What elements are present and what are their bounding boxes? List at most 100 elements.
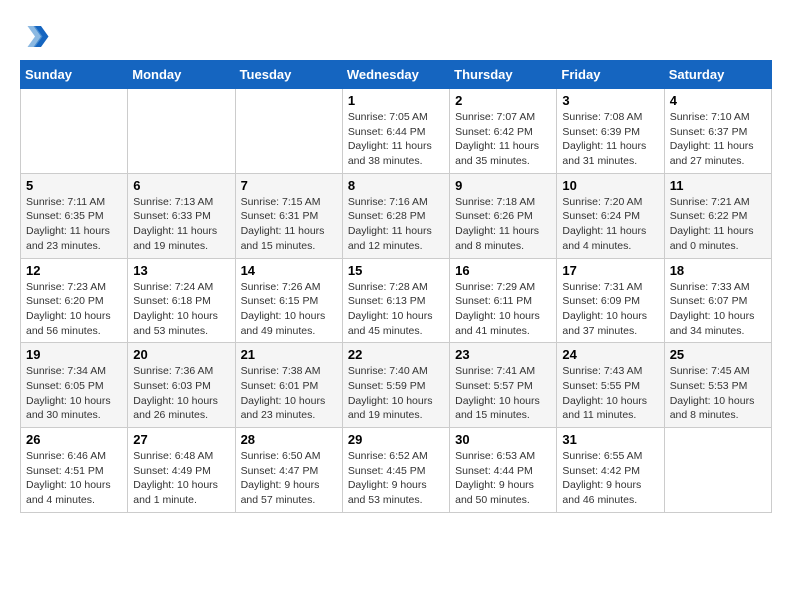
header-cell-wednesday: Wednesday <box>342 61 449 89</box>
day-detail: Sunrise: 7:34 AM Sunset: 6:05 PM Dayligh… <box>26 364 122 423</box>
calendar-cell: 31 Sunrise: 6:55 AM Sunset: 4:42 PM Dayli… <box>557 428 664 513</box>
calendar-cell <box>235 89 342 174</box>
calendar-cell: 24 Sunrise: 7:43 AM Sunset: 5:55 PM Dayli… <box>557 343 664 428</box>
day-detail: Sunrise: 6:55 AM Sunset: 4:42 PM Dayligh… <box>562 449 658 508</box>
day-number: 13 <box>133 263 229 278</box>
day-detail: Sunrise: 7:36 AM Sunset: 6:03 PM Dayligh… <box>133 364 229 423</box>
day-number: 12 <box>26 263 122 278</box>
day-number: 20 <box>133 347 229 362</box>
day-detail: Sunrise: 7:33 AM Sunset: 6:07 PM Dayligh… <box>670 280 766 339</box>
day-detail: Sunrise: 7:28 AM Sunset: 6:13 PM Dayligh… <box>348 280 444 339</box>
logo-icon <box>20 20 50 50</box>
day-number: 11 <box>670 178 766 193</box>
day-detail: Sunrise: 7:31 AM Sunset: 6:09 PM Dayligh… <box>562 280 658 339</box>
calendar-cell: 7Sunrise: 7:15 AM Sunset: 6:31 PM Daylig… <box>235 173 342 258</box>
day-detail: Sunrise: 6:50 AM Sunset: 4:47 PM Dayligh… <box>241 449 337 508</box>
calendar-cell: 14Sunrise: 7:26 AM Sunset: 6:15 PM Dayli… <box>235 258 342 343</box>
day-number: 31 <box>562 432 658 447</box>
day-detail: Sunrise: 7:45 AM Sunset: 5:53 PM Dayligh… <box>670 364 766 423</box>
calendar-cell: 16 Sunrise: 7:29 AM Sunset: 6:11 PM Dayli… <box>450 258 557 343</box>
calendar-cell: 20 Sunrise: 7:36 AM Sunset: 6:03 PM Dayli… <box>128 343 235 428</box>
calendar-cell: 10 Sunrise: 7:20 AM Sunset: 6:24 PM Dayli… <box>557 173 664 258</box>
calendar-cell <box>21 89 128 174</box>
calendar-week-row: 19 Sunrise: 7:34 AM Sunset: 6:05 PM Dayli… <box>21 343 772 428</box>
day-number: 16 <box>455 263 551 278</box>
day-number: 23 <box>455 347 551 362</box>
logo <box>20 20 54 50</box>
calendar-week-row: 1 Sunrise: 7:05 AM Sunset: 6:44 PM Daylig… <box>21 89 772 174</box>
calendar-cell: 19 Sunrise: 7:34 AM Sunset: 6:05 PM Dayli… <box>21 343 128 428</box>
calendar-cell: 13 Sunrise: 7:24 AM Sunset: 6:18 PM Dayli… <box>128 258 235 343</box>
day-number: 10 <box>562 178 658 193</box>
day-detail: Sunrise: 7:10 AM Sunset: 6:37 PM Dayligh… <box>670 110 766 169</box>
day-number: 4 <box>670 93 766 108</box>
day-number: 14 <box>241 263 337 278</box>
day-number: 3 <box>562 93 658 108</box>
calendar-cell: 6 Sunrise: 7:13 AM Sunset: 6:33 PM Daylig… <box>128 173 235 258</box>
day-detail: Sunrise: 7:15 AM Sunset: 6:31 PM Dayligh… <box>241 195 337 254</box>
day-number: 15 <box>348 263 444 278</box>
day-number: 25 <box>670 347 766 362</box>
day-number: 19 <box>26 347 122 362</box>
calendar-cell: 25 Sunrise: 7:45 AM Sunset: 5:53 PM Dayli… <box>664 343 771 428</box>
calendar-cell: 21 Sunrise: 7:38 AM Sunset: 6:01 PM Dayli… <box>235 343 342 428</box>
day-detail: Sunrise: 7:18 AM Sunset: 6:26 PM Dayligh… <box>455 195 551 254</box>
calendar-cell: 3 Sunrise: 7:08 AM Sunset: 6:39 PM Daylig… <box>557 89 664 174</box>
calendar-cell: 11 Sunrise: 7:21 AM Sunset: 6:22 PM Dayli… <box>664 173 771 258</box>
day-number: 5 <box>26 178 122 193</box>
calendar-cell: 4 Sunrise: 7:10 AM Sunset: 6:37 PM Daylig… <box>664 89 771 174</box>
day-number: 24 <box>562 347 658 362</box>
calendar-cell: 8 Sunrise: 7:16 AM Sunset: 6:28 PM Daylig… <box>342 173 449 258</box>
calendar-cell: 12Sunrise: 7:23 AM Sunset: 6:20 PM Dayli… <box>21 258 128 343</box>
day-detail: Sunrise: 6:53 AM Sunset: 4:44 PM Dayligh… <box>455 449 551 508</box>
day-detail: Sunrise: 7:11 AM Sunset: 6:35 PM Dayligh… <box>26 195 122 254</box>
header-cell-thursday: Thursday <box>450 61 557 89</box>
calendar-cell: 15 Sunrise: 7:28 AM Sunset: 6:13 PM Dayli… <box>342 258 449 343</box>
page-header <box>20 20 772 50</box>
calendar-cell: 27 Sunrise: 6:48 AM Sunset: 4:49 PM Dayli… <box>128 428 235 513</box>
day-detail: Sunrise: 6:48 AM Sunset: 4:49 PM Dayligh… <box>133 449 229 508</box>
day-detail: Sunrise: 7:05 AM Sunset: 6:44 PM Dayligh… <box>348 110 444 169</box>
header-cell-monday: Monday <box>128 61 235 89</box>
calendar-cell: 23 Sunrise: 7:41 AM Sunset: 5:57 PM Dayli… <box>450 343 557 428</box>
day-detail: Sunrise: 6:46 AM Sunset: 4:51 PM Dayligh… <box>26 449 122 508</box>
day-detail: Sunrise: 7:38 AM Sunset: 6:01 PM Dayligh… <box>241 364 337 423</box>
day-detail: Sunrise: 7:43 AM Sunset: 5:55 PM Dayligh… <box>562 364 658 423</box>
day-number: 22 <box>348 347 444 362</box>
day-detail: Sunrise: 7:24 AM Sunset: 6:18 PM Dayligh… <box>133 280 229 339</box>
calendar-cell: 9Sunrise: 7:18 AM Sunset: 6:26 PM Daylig… <box>450 173 557 258</box>
day-number: 1 <box>348 93 444 108</box>
calendar-week-row: 26Sunrise: 6:46 AM Sunset: 4:51 PM Dayli… <box>21 428 772 513</box>
day-number: 29 <box>348 432 444 447</box>
day-number: 17 <box>562 263 658 278</box>
day-number: 18 <box>670 263 766 278</box>
calendar-week-row: 5 Sunrise: 7:11 AM Sunset: 6:35 PM Daylig… <box>21 173 772 258</box>
day-detail: Sunrise: 7:08 AM Sunset: 6:39 PM Dayligh… <box>562 110 658 169</box>
day-detail: Sunrise: 7:41 AM Sunset: 5:57 PM Dayligh… <box>455 364 551 423</box>
day-number: 6 <box>133 178 229 193</box>
day-detail: Sunrise: 7:21 AM Sunset: 6:22 PM Dayligh… <box>670 195 766 254</box>
calendar-cell: 29 Sunrise: 6:52 AM Sunset: 4:45 PM Dayli… <box>342 428 449 513</box>
calendar-week-row: 12Sunrise: 7:23 AM Sunset: 6:20 PM Dayli… <box>21 258 772 343</box>
header-cell-saturday: Saturday <box>664 61 771 89</box>
day-detail: Sunrise: 7:20 AM Sunset: 6:24 PM Dayligh… <box>562 195 658 254</box>
day-detail: Sunrise: 7:16 AM Sunset: 6:28 PM Dayligh… <box>348 195 444 254</box>
day-number: 21 <box>241 347 337 362</box>
calendar-cell: 28 Sunrise: 6:50 AM Sunset: 4:47 PM Dayli… <box>235 428 342 513</box>
day-detail: Sunrise: 6:52 AM Sunset: 4:45 PM Dayligh… <box>348 449 444 508</box>
day-number: 27 <box>133 432 229 447</box>
day-number: 30 <box>455 432 551 447</box>
calendar-cell: 2Sunrise: 7:07 AM Sunset: 6:42 PM Daylig… <box>450 89 557 174</box>
calendar-cell: 5 Sunrise: 7:11 AM Sunset: 6:35 PM Daylig… <box>21 173 128 258</box>
calendar-cell: 18 Sunrise: 7:33 AM Sunset: 6:07 PM Dayli… <box>664 258 771 343</box>
day-number: 8 <box>348 178 444 193</box>
day-detail: Sunrise: 7:07 AM Sunset: 6:42 PM Dayligh… <box>455 110 551 169</box>
day-detail: Sunrise: 7:13 AM Sunset: 6:33 PM Dayligh… <box>133 195 229 254</box>
day-detail: Sunrise: 7:29 AM Sunset: 6:11 PM Dayligh… <box>455 280 551 339</box>
calendar-cell: 26Sunrise: 6:46 AM Sunset: 4:51 PM Dayli… <box>21 428 128 513</box>
calendar-cell <box>128 89 235 174</box>
calendar-header-row: SundayMondayTuesdayWednesdayThursdayFrid… <box>21 61 772 89</box>
day-number: 28 <box>241 432 337 447</box>
calendar-cell: 17 Sunrise: 7:31 AM Sunset: 6:09 PM Dayli… <box>557 258 664 343</box>
calendar-cell <box>664 428 771 513</box>
